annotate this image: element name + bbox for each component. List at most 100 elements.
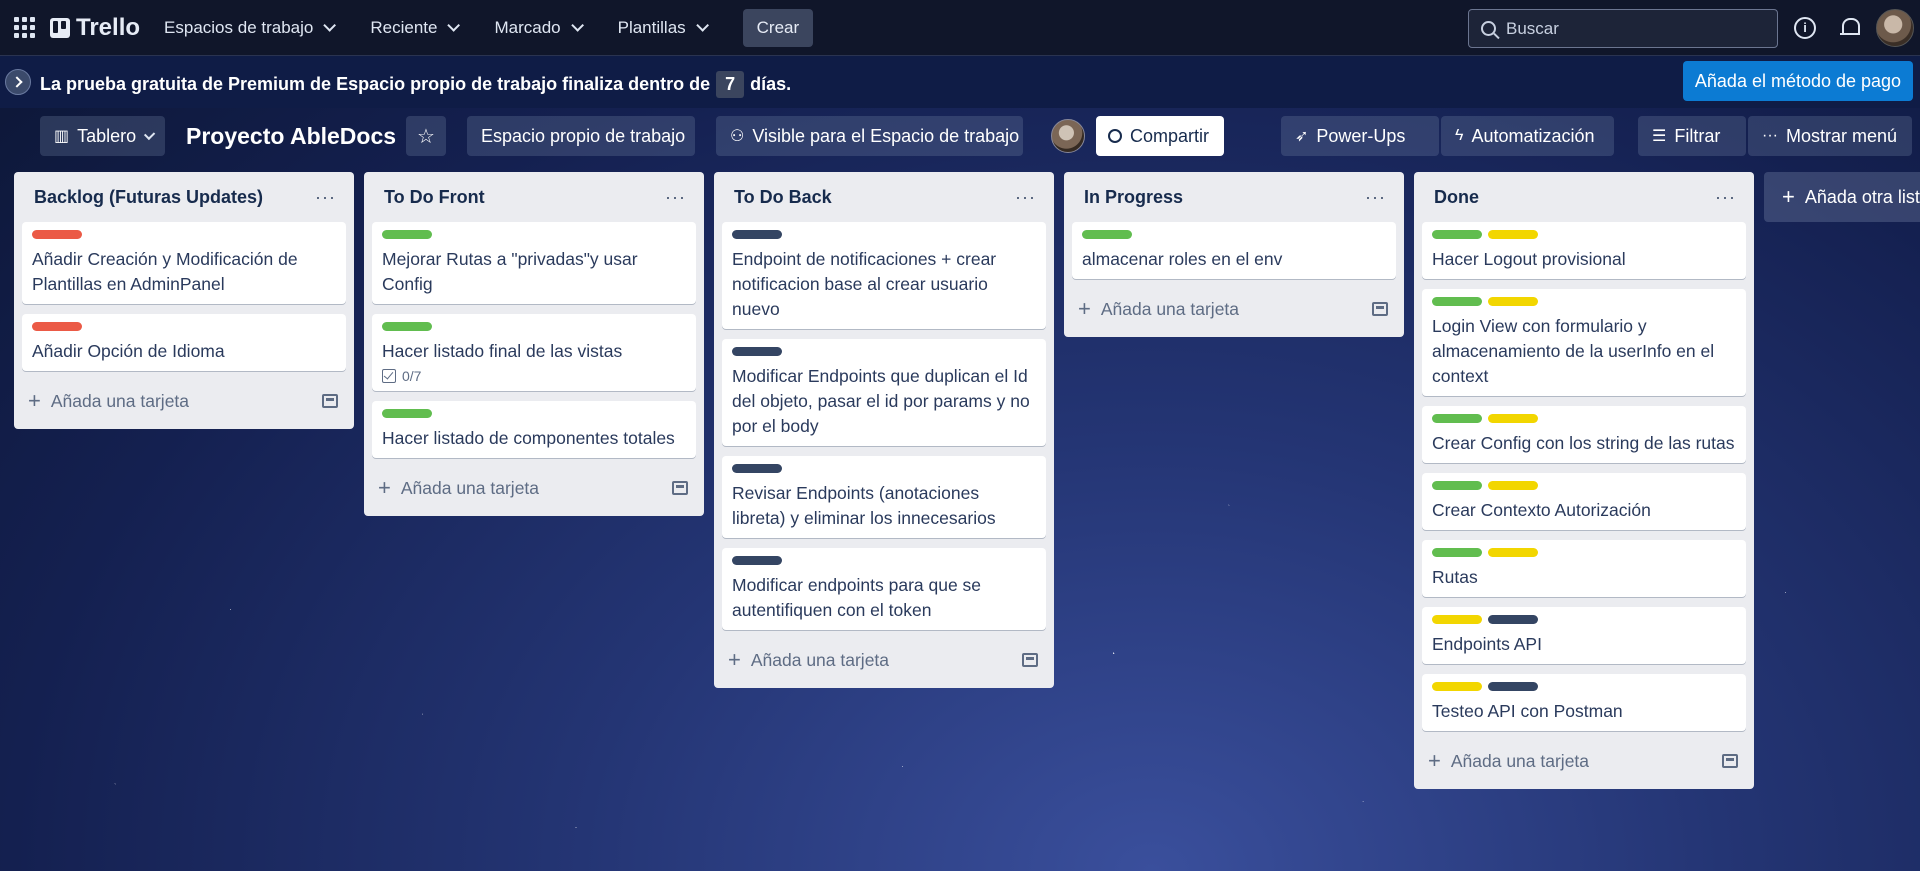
chevron-down-icon <box>447 19 461 32</box>
share-label: Compartir <box>1130 125 1210 146</box>
green-label <box>1432 230 1482 239</box>
card-template-icon[interactable] <box>322 394 338 408</box>
share-button[interactable]: Compartir <box>1096 116 1224 156</box>
trello-logo[interactable]: Trello <box>50 14 140 42</box>
powerups-button[interactable]: ➶ Power-Ups <box>1281 116 1439 156</box>
team-visibility-icon: ⚇ <box>730 128 745 145</box>
sidebar-expand-button[interactable] <box>5 69 31 95</box>
card-title: Hacer listado final de las vistas <box>382 341 623 361</box>
board-title[interactable]: Proyecto AbleDocs <box>186 116 396 156</box>
green-label <box>1432 414 1482 423</box>
notifications-bell-icon[interactable] <box>1838 16 1860 40</box>
card-labels <box>732 347 1036 356</box>
card[interactable]: Modificar endpoints para que se autentif… <box>722 548 1046 630</box>
list-title[interactable]: To Do Back <box>734 187 832 208</box>
card-template-icon[interactable] <box>1722 754 1738 768</box>
card[interactable]: Hacer listado de componentes totales <box>372 401 696 458</box>
card[interactable]: Login View con formulario y almacenamien… <box>1422 289 1746 396</box>
card-template-icon[interactable] <box>672 481 688 495</box>
card[interactable]: Mejorar Rutas a "privadas"y usar Config <box>372 222 696 304</box>
list-backlog: Backlog (Futuras Updates) ··· Añadir Cre… <box>14 172 354 429</box>
member-avatar[interactable] <box>1051 119 1085 153</box>
add-card-label: Añada una tarjeta <box>750 649 890 670</box>
list-footer: + Añada una tarjeta <box>1072 289 1396 329</box>
add-list-button[interactable]: + Añada otra lista <box>1764 172 1920 222</box>
card-template-icon[interactable] <box>1372 302 1388 316</box>
nav-templates[interactable]: Plantillas <box>617 17 709 38</box>
more-dots-icon: ··· <box>1762 127 1778 144</box>
star-icon: ☆ <box>417 125 435 148</box>
card-title: Hacer Logout provisional <box>1432 249 1626 269</box>
star-board-button[interactable]: ☆ <box>406 116 446 156</box>
card-labels <box>1432 481 1736 490</box>
app-switcher-icon[interactable] <box>10 14 38 42</box>
card[interactable]: Hacer listado final de las vistas 0/7 <box>372 314 696 391</box>
workspace-button[interactable]: Espacio propio de trabajo <box>467 116 695 156</box>
card[interactable]: Revisar Endpoints (anotaciones libreta) … <box>722 456 1046 538</box>
list-footer: + Añada una tarjeta <box>22 381 346 421</box>
list-menu-icon[interactable]: ··· <box>1365 187 1386 208</box>
yellow-label <box>1488 548 1538 557</box>
nav-templates-label: Plantillas <box>617 17 686 37</box>
top-navigation: Trello Espacios de trabajo Reciente Marc… <box>0 0 1920 56</box>
card-labels <box>732 556 1036 565</box>
checklist-icon <box>382 369 396 383</box>
add-card-button[interactable]: + Añada una tarjeta <box>1428 750 1589 772</box>
chevron-down-icon <box>695 19 709 32</box>
list-menu-icon[interactable]: ··· <box>1015 187 1036 208</box>
show-menu-label: Mostrar menú <box>1785 125 1898 146</box>
yellow-label <box>1432 682 1482 691</box>
dark-label <box>1488 615 1538 624</box>
green-label <box>382 409 432 418</box>
card[interactable]: Rutas <box>1422 540 1746 597</box>
chevron-down-icon <box>323 19 337 32</box>
list-footer: + Añada una tarjeta <box>722 640 1046 680</box>
filter-button[interactable]: ☰ Filtrar <box>1638 116 1746 156</box>
list-title[interactable]: In Progress <box>1084 187 1183 208</box>
add-card-button[interactable]: + Añada una tarjeta <box>378 477 539 499</box>
card[interactable]: Modificar Endpoints que duplican el Id d… <box>722 339 1046 446</box>
list-title[interactable]: Done <box>1434 187 1479 208</box>
search-input[interactable]: Buscar <box>1468 9 1778 48</box>
automation-button[interactable]: ϟ Automatización <box>1441 116 1614 156</box>
add-card-button[interactable]: + Añada una tarjeta <box>1078 298 1239 320</box>
add-card-button[interactable]: + Añada una tarjeta <box>728 649 889 671</box>
card[interactable]: Añadir Creación y Modificación de Planti… <box>22 222 346 304</box>
card[interactable]: almacenar roles en el env <box>1072 222 1396 279</box>
create-button[interactable]: Crear <box>742 8 814 47</box>
visibility-button[interactable]: ⚇ Visible para el Espacio de trabajo <box>716 116 1023 156</box>
card[interactable]: Hacer Logout provisional <box>1422 222 1746 279</box>
card-labels <box>1432 230 1736 239</box>
list-title[interactable]: To Do Front <box>384 187 485 208</box>
card-labels <box>32 230 336 239</box>
card-labels <box>1432 615 1736 624</box>
green-label <box>382 322 432 331</box>
nav-workspaces[interactable]: Espacios de trabajo <box>164 18 337 38</box>
nav-starred[interactable]: Marcado <box>494 18 584 38</box>
card[interactable]: Endpoint de notificaciones + crear notif… <box>722 222 1046 329</box>
card-labels <box>1432 548 1736 557</box>
add-card-button[interactable]: + Añada una tarjeta <box>28 390 189 412</box>
list-menu-icon[interactable]: ··· <box>315 187 336 208</box>
list-menu-icon[interactable]: ··· <box>665 187 686 208</box>
list-footer: + Añada una tarjeta <box>372 468 696 508</box>
card[interactable]: Añadir Opción de Idioma <box>22 314 346 371</box>
nav-recent[interactable]: Reciente <box>370 18 461 38</box>
card-template-icon[interactable] <box>1022 653 1038 667</box>
powerups-label: Power-Ups <box>1316 125 1406 146</box>
list-menu-icon[interactable]: ··· <box>1715 187 1736 208</box>
card[interactable]: Endpoints API <box>1422 607 1746 664</box>
info-icon[interactable]: i <box>1794 17 1816 39</box>
nav-menu: Espacios de trabajo Reciente Marcado Pla… <box>164 8 814 47</box>
card[interactable]: Crear Contexto Autorización <box>1422 473 1746 530</box>
board-view-switcher[interactable]: ▥ Tablero <box>40 116 165 156</box>
show-menu-button[interactable]: ··· Mostrar menú <box>1748 116 1912 156</box>
add-payment-method-button[interactable]: Añada el método de pago <box>1683 61 1913 101</box>
card[interactable]: Crear Config con los string de las rutas <box>1422 406 1746 463</box>
yellow-label <box>1432 615 1482 624</box>
plus-icon: + <box>1428 748 1441 773</box>
list-title[interactable]: Backlog (Futuras Updates) <box>34 187 263 208</box>
green-label <box>1432 481 1482 490</box>
account-avatar[interactable] <box>1876 9 1914 47</box>
card[interactable]: Testeo API con Postman <box>1422 674 1746 731</box>
